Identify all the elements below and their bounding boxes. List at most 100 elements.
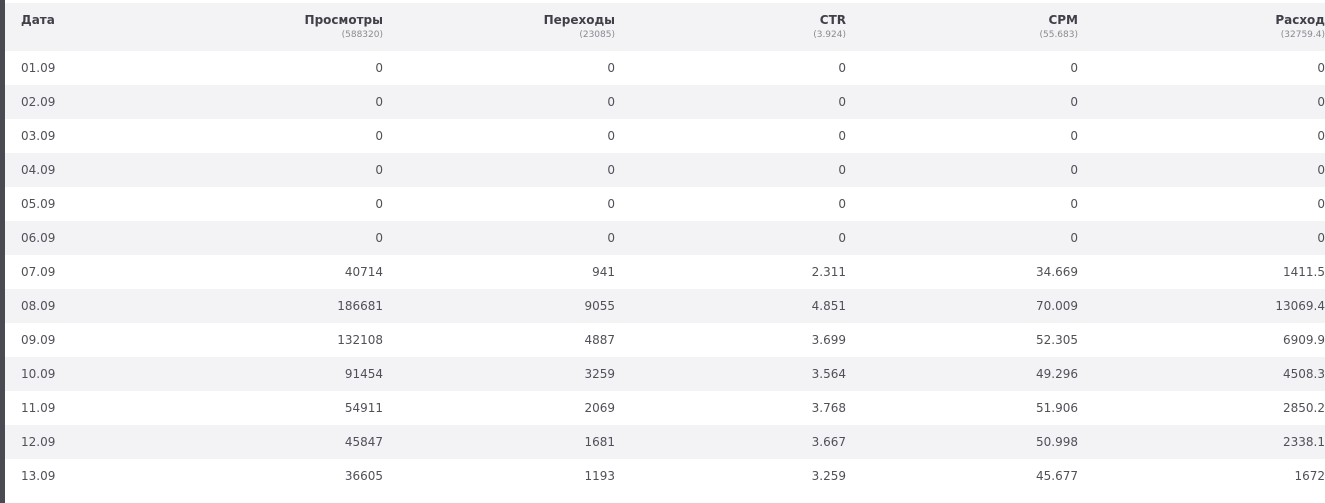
cell-clicks: 1193 xyxy=(584,469,615,483)
cell-date: 04.09 xyxy=(21,163,56,177)
column-header-label: Просмотры xyxy=(304,13,383,27)
column-header-spend[interactable]: Расход (32759.4) xyxy=(1078,3,1325,51)
cell-views: 132108 xyxy=(337,333,383,347)
cell-views: 45847 xyxy=(344,435,383,449)
cell-date: 10.09 xyxy=(21,367,56,381)
column-header-label: CPM xyxy=(1048,13,1078,27)
cell-clicks: 0 xyxy=(607,231,615,245)
cell-spend: 1672 xyxy=(1294,469,1325,483)
table-row: 10.09 91454 3259 3.564 49.296 4508.3 xyxy=(5,357,1325,391)
stats-table: Дата Просмотры (588320) Переходы (23085)… xyxy=(5,3,1325,493)
cell-cpm: 51.906 xyxy=(1036,401,1078,415)
cell-date: 03.09 xyxy=(21,129,56,143)
table-row: 09.09 132108 4887 3.699 52.305 6909.9 xyxy=(5,323,1325,357)
table-row: 13.09 36605 1193 3.259 45.677 1672 xyxy=(5,459,1325,493)
cell-clicks: 0 xyxy=(607,197,615,211)
cell-ctr: 3.768 xyxy=(811,401,846,415)
column-header-label: Дата xyxy=(21,13,55,27)
cell-cpm: 45.677 xyxy=(1036,469,1078,483)
column-header-cpm[interactable]: CPM (55.683) xyxy=(846,3,1078,51)
column-header-label: Расход xyxy=(1275,13,1325,27)
cell-views: 54911 xyxy=(344,401,383,415)
table-header: Дата Просмотры (588320) Переходы (23085)… xyxy=(5,3,1325,51)
column-total: (32759.4) xyxy=(1280,30,1325,40)
cell-spend: 0 xyxy=(1317,129,1325,143)
cell-date: 12.09 xyxy=(21,435,56,449)
table-row: 02.09 0 0 0 0 0 xyxy=(5,85,1325,119)
cell-views: 40714 xyxy=(344,265,383,279)
table-row: 04.09 0 0 0 0 0 xyxy=(5,153,1325,187)
cell-cpm: 0 xyxy=(1070,95,1078,109)
cell-cpm: 0 xyxy=(1070,197,1078,211)
cell-ctr: 2.311 xyxy=(811,265,846,279)
column-header-label: Переходы xyxy=(543,13,615,27)
cell-views: 91454 xyxy=(344,367,383,381)
cell-views: 0 xyxy=(375,95,383,109)
column-total: (55.683) xyxy=(1039,30,1078,40)
cell-cpm: 34.669 xyxy=(1036,265,1078,279)
cell-date: 11.09 xyxy=(21,401,56,415)
cell-spend: 0 xyxy=(1317,163,1325,177)
cell-clicks: 941 xyxy=(592,265,615,279)
cell-cpm: 0 xyxy=(1070,231,1078,245)
cell-spend: 13069.4 xyxy=(1275,299,1325,313)
cell-cpm: 52.305 xyxy=(1036,333,1078,347)
header-row: Дата Просмотры (588320) Переходы (23085)… xyxy=(5,3,1325,51)
table-row: 03.09 0 0 0 0 0 xyxy=(5,119,1325,153)
stats-page: Дата Просмотры (588320) Переходы (23085)… xyxy=(0,0,1325,503)
cell-spend: 0 xyxy=(1317,95,1325,109)
column-total: (3.924) xyxy=(813,30,846,40)
cell-spend: 2338.1 xyxy=(1283,435,1325,449)
table-body: 01.09 0 0 0 0 0 02.09 0 0 0 0 0 03.09 0 0 0 0 0 04.09 0 0 0 0 0… xyxy=(5,51,1325,493)
column-header-ctr[interactable]: CTR (3.924) xyxy=(615,3,846,51)
cell-clicks: 1681 xyxy=(584,435,615,449)
cell-ctr: 0 xyxy=(838,95,846,109)
cell-ctr: 0 xyxy=(838,231,846,245)
cell-views: 0 xyxy=(375,231,383,245)
cell-spend: 0 xyxy=(1317,61,1325,75)
cell-cpm: 70.009 xyxy=(1036,299,1078,313)
cell-date: 05.09 xyxy=(21,197,56,211)
column-header-clicks[interactable]: Переходы (23085) xyxy=(383,3,615,51)
cell-spend: 6909.9 xyxy=(1283,333,1325,347)
cell-date: 01.09 xyxy=(21,61,56,75)
cell-date: 02.09 xyxy=(21,95,56,109)
cell-spend: 2850.2 xyxy=(1283,401,1325,415)
cell-views: 36605 xyxy=(344,469,383,483)
cell-ctr: 0 xyxy=(838,197,846,211)
cell-ctr: 3.667 xyxy=(811,435,846,449)
table-row: 08.09 186681 9055 4.851 70.009 13069.4 xyxy=(5,289,1325,323)
cell-date: 06.09 xyxy=(21,231,56,245)
cell-date: 09.09 xyxy=(21,333,56,347)
cell-spend: 1411.5 xyxy=(1283,265,1325,279)
cell-cpm: 0 xyxy=(1070,61,1078,75)
column-header-date[interactable]: Дата xyxy=(5,3,163,51)
cell-date: 13.09 xyxy=(21,469,56,483)
cell-clicks: 9055 xyxy=(584,299,615,313)
cell-cpm: 0 xyxy=(1070,129,1078,143)
cell-clicks: 4887 xyxy=(584,333,615,347)
cell-clicks: 0 xyxy=(607,95,615,109)
column-header-views[interactable]: Просмотры (588320) xyxy=(163,3,383,51)
cell-cpm: 0 xyxy=(1070,163,1078,177)
cell-clicks: 0 xyxy=(607,163,615,177)
column-total: (23085) xyxy=(579,30,615,40)
cell-ctr: 0 xyxy=(838,129,846,143)
table-row: 05.09 0 0 0 0 0 xyxy=(5,187,1325,221)
cell-views: 0 xyxy=(375,163,383,177)
column-header-label: CTR xyxy=(819,13,846,27)
column-total: (588320) xyxy=(341,30,383,40)
cell-spend: 0 xyxy=(1317,197,1325,211)
table-row: 07.09 40714 941 2.311 34.669 1411.5 xyxy=(5,255,1325,289)
table-row: 12.09 45847 1681 3.667 50.998 2338.1 xyxy=(5,425,1325,459)
cell-date: 07.09 xyxy=(21,265,56,279)
cell-cpm: 50.998 xyxy=(1036,435,1078,449)
cell-spend: 0 xyxy=(1317,231,1325,245)
cell-ctr: 3.564 xyxy=(811,367,846,381)
cell-views: 0 xyxy=(375,129,383,143)
cell-cpm: 49.296 xyxy=(1036,367,1078,381)
cell-ctr: 4.851 xyxy=(811,299,846,313)
cell-clicks: 0 xyxy=(607,61,615,75)
cell-ctr: 0 xyxy=(838,163,846,177)
cell-date: 08.09 xyxy=(21,299,56,313)
